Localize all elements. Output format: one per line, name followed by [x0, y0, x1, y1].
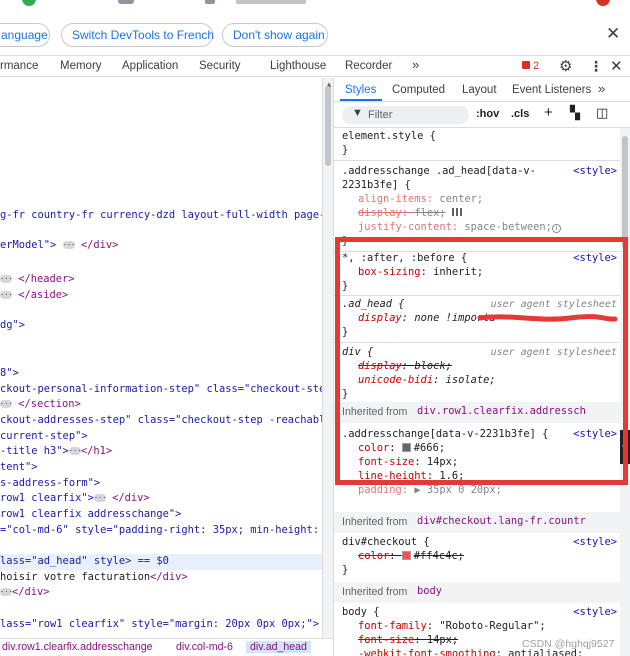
watermark-text: CSDN @hghqj9527: [522, 638, 615, 650]
redaction-scribble: [477, 314, 618, 322]
